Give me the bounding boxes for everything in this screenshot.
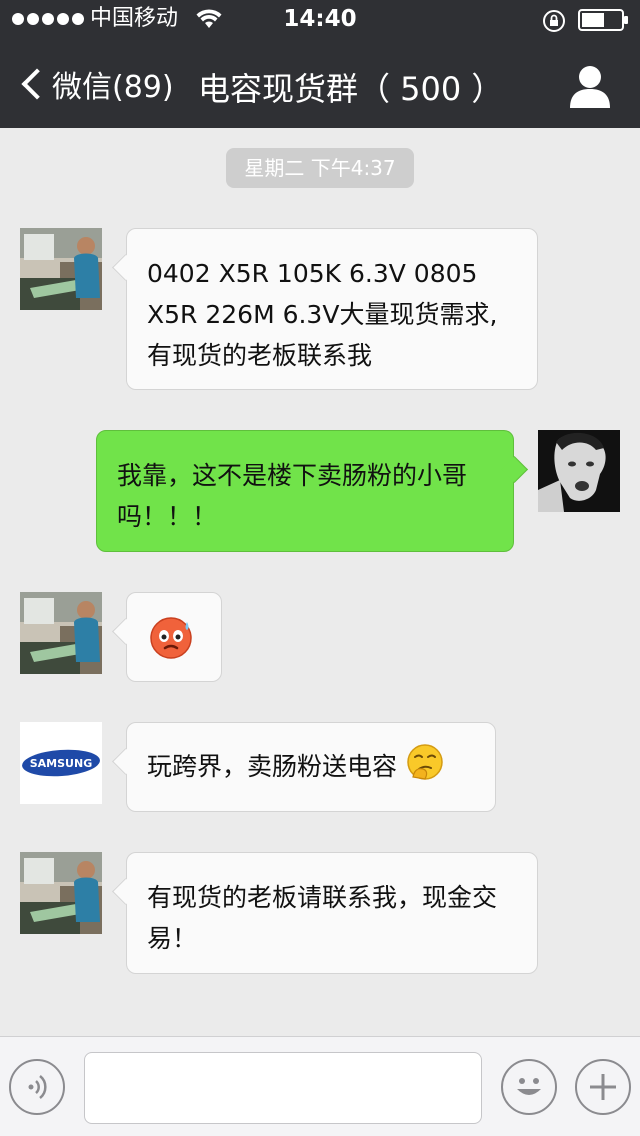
avatar[interactable] — [20, 228, 102, 310]
chevron-left-icon — [21, 68, 53, 100]
back-label: 微信(89) — [52, 70, 174, 105]
message-text: 玩跨界，卖肠粉送电容 — [147, 752, 398, 781]
message-bubble-incoming[interactable]: 有现货的老板请联系我，现金交易！ — [126, 852, 538, 974]
blush-sweat-emoji-icon — [150, 617, 192, 659]
avatar-samsung-logo-icon: SAMSUNG — [20, 722, 102, 804]
more-button[interactable] — [575, 1059, 631, 1115]
smiley-icon — [517, 1078, 541, 1095]
avatar[interactable] — [20, 592, 102, 674]
message-text: 0402 X5R 105K 6.3V 0805 X5R 226M 6.3V大量现… — [147, 259, 498, 370]
avatar-man-workshop-icon — [20, 852, 102, 934]
avatar-man-workshop-icon — [20, 592, 102, 674]
message-input[interactable] — [84, 1052, 482, 1124]
navigation-bar: 微信(89) 电容现货群（ 500 ） — [0, 40, 640, 128]
status-bar: 中国移动 14:40 — [0, 0, 640, 40]
group-profile-icon[interactable] — [564, 62, 616, 110]
message-bubble-incoming[interactable]: 0402 X5R 105K 6.3V 0805 X5R 226M 6.3V大量现… — [126, 228, 538, 390]
plus-icon — [590, 1074, 616, 1100]
rotation-lock-icon — [543, 10, 565, 32]
avatar[interactable] — [538, 430, 620, 512]
avatar-man-workshop-icon — [20, 228, 102, 310]
message-text: 我靠，这不是楼下卖肠粉的小哥吗！！！ — [117, 461, 468, 531]
battery-icon — [578, 9, 628, 31]
message-bubble-incoming[interactable]: 玩跨界，卖肠粉送电容 — [126, 722, 496, 812]
avatar-bw-portrait-icon — [538, 430, 620, 512]
message-bubble-incoming[interactable] — [126, 592, 222, 682]
top-bar: 中国移动 14:40 微信(89) 电容现货群（ 500 ） — [0, 0, 640, 128]
message-timestamp: 星期二 下午4:37 — [226, 148, 414, 188]
chat-title: 电容现货群（ 500 ） — [198, 70, 504, 108]
avatar[interactable] — [20, 852, 102, 934]
message-text: 有现货的老板请联系我，现金交易！ — [147, 883, 498, 953]
voice-icon — [28, 1075, 47, 1099]
message-bubble-outgoing[interactable]: 我靠，这不是楼下卖肠粉的小哥吗！！！ — [96, 430, 514, 552]
thinking-emoji-icon — [407, 744, 443, 780]
back-button[interactable]: 微信(89) — [18, 60, 174, 108]
input-bar — [0, 1036, 640, 1136]
emoji-button[interactable] — [501, 1059, 557, 1115]
avatar[interactable]: SAMSUNG — [20, 722, 102, 804]
samsung-logo-text: SAMSUNG — [30, 757, 92, 770]
voice-input-button[interactable] — [9, 1059, 65, 1115]
